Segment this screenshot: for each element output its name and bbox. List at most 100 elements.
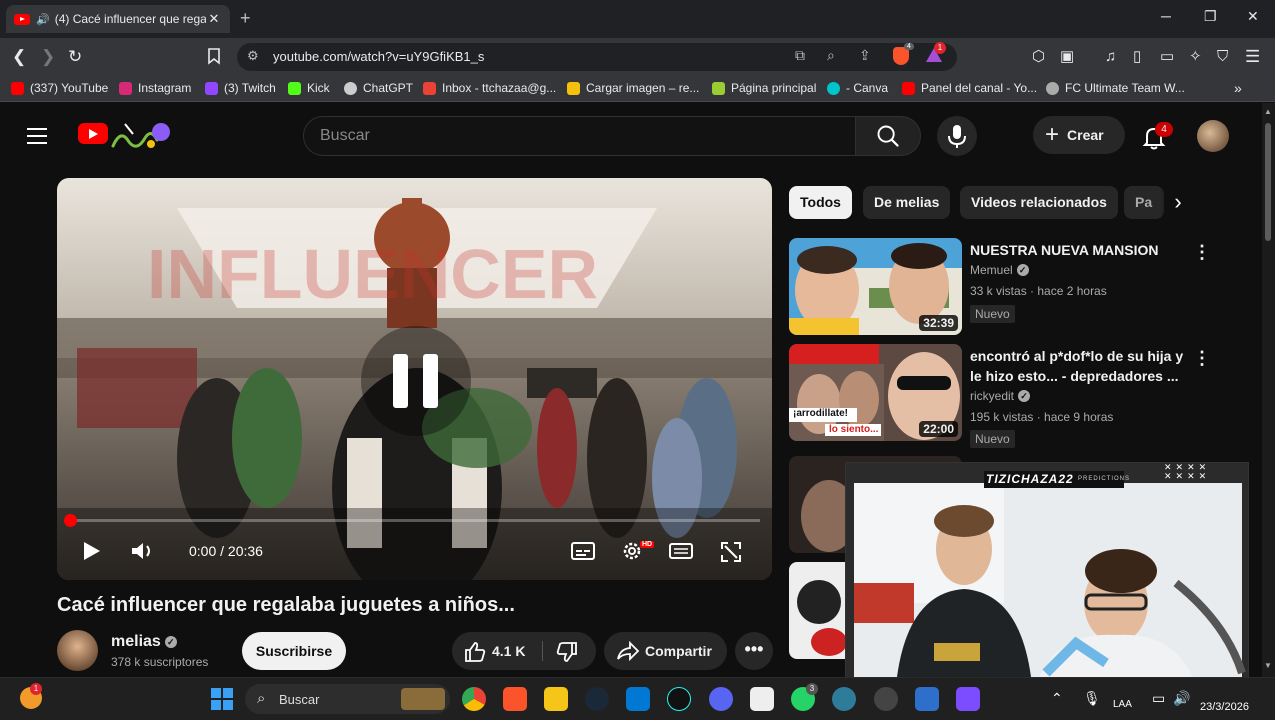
bookmark-channel-panel[interactable]: Panel del canal - Yo...: [902, 81, 1037, 95]
scroll-up-icon[interactable]: ▲: [1264, 107, 1272, 116]
chip-de-melias[interactable]: De melias: [863, 186, 951, 219]
keyboard-language[interactable]: LAA: [1113, 699, 1132, 710]
scrollbar-thumb[interactable]: [1265, 123, 1271, 241]
capcut-icon[interactable]: [750, 687, 774, 711]
windows-start-icon[interactable]: [210, 687, 234, 711]
search-box[interactable]: [303, 116, 856, 156]
share-page-icon[interactable]: ⇪: [859, 47, 871, 64]
bookmark-home-page[interactable]: Página principal: [712, 81, 816, 95]
fullscreen-icon[interactable]: [720, 541, 742, 563]
close-tab-icon[interactable]: ✕: [206, 11, 222, 27]
media-icon[interactable]: ♫: [1105, 46, 1116, 68]
volume-tray-icon[interactable]: 🔊: [1173, 690, 1190, 707]
dislike-thumb-icon[interactable]: [556, 641, 578, 663]
volume-icon[interactable]: [130, 540, 156, 562]
recommended-menu-icon[interactable]: ⋮: [1193, 242, 1211, 263]
search-button[interactable]: [855, 116, 921, 156]
forward-icon[interactable]: ❯: [41, 46, 55, 68]
video-progress-bar[interactable]: [64, 514, 760, 527]
youtube-logo[interactable]: [78, 123, 108, 144]
minimize-icon[interactable]: ─: [1161, 8, 1171, 24]
calendar-app-icon[interactable]: [956, 687, 980, 711]
bookmark-youtube[interactable]: (337) YouTube: [11, 81, 108, 95]
chip-todos[interactable]: Todos: [789, 186, 852, 219]
back-icon[interactable]: ❮: [12, 46, 26, 68]
recommended-item[interactable]: ¡arrodillate! lo siento... 22:00 encontr…: [789, 344, 1211, 448]
restore-icon[interactable]: ❐: [1204, 8, 1217, 25]
recommended-thumbnail[interactable]: ¡arrodillate! lo siento... 22:00: [789, 344, 962, 441]
new-tab-icon[interactable]: +: [240, 8, 251, 29]
bookmark-chatgpt[interactable]: ChatGPT: [344, 81, 413, 95]
steam-icon[interactable]: [585, 687, 609, 711]
extensions-icon[interactable]: ⬡: [1032, 46, 1045, 68]
channel-name[interactable]: melias ✓: [111, 633, 177, 651]
create-button[interactable]: + Crear: [1033, 116, 1125, 154]
recommended-channel[interactable]: Memuel ✓: [970, 263, 1029, 277]
bookmark-canva[interactable]: - Canva: [827, 81, 888, 95]
microsoft-store-icon[interactable]: [626, 687, 650, 711]
progress-scrubber[interactable]: [64, 514, 77, 527]
more-actions-button[interactable]: •••: [735, 632, 773, 670]
file-explorer-icon[interactable]: [544, 687, 568, 711]
bookmark-fc-ultimate-team[interactable]: FC Ultimate Team W...: [1046, 81, 1185, 95]
bookmark-gmail[interactable]: Inbox - ttchazaa@g...: [423, 81, 556, 95]
like-thumb-icon[interactable]: [464, 641, 486, 663]
like-count: 4.1 K: [492, 643, 526, 659]
subtitles-icon[interactable]: [571, 541, 595, 561]
reader-icon[interactable]: ▣: [1060, 46, 1074, 68]
address-bar[interactable]: ⚙ youtube.com/watch?v=uY9GfiKB1_s ⧉ ⌕ ⇪: [237, 43, 957, 71]
taskbar-date[interactable]: 23/3/2026: [1200, 701, 1249, 713]
site-info-icon[interactable]: ⚙: [247, 48, 259, 64]
bookmark-kick[interactable]: Kick: [288, 81, 330, 95]
microphone-tray-icon[interactable]: 🎙: [1083, 690, 1101, 707]
wallet-icon[interactable]: ▭: [1160, 46, 1174, 68]
chips-next-icon[interactable]: ›: [1160, 189, 1196, 217]
chip-videos-relacionados[interactable]: Videos relacionados: [960, 186, 1118, 219]
page-scrollbar[interactable]: ▲ ▼: [1262, 103, 1275, 677]
obs-icon[interactable]: [874, 687, 898, 711]
menu-icon[interactable]: ☰: [1245, 46, 1260, 68]
chip-more[interactable]: Pa: [1124, 186, 1164, 219]
share-button[interactable]: Compartir: [604, 632, 727, 670]
browser-tab-active[interactable]: 🔊 (4) Cacé influencer que regala ✕: [6, 5, 230, 33]
theater-mode-icon[interactable]: [669, 541, 693, 561]
bookmark-icon[interactable]: [207, 48, 221, 65]
recommended-title[interactable]: encontró al p*dof*lo de su hija y le hiz…: [970, 346, 1185, 386]
bookmark-upload-image[interactable]: Cargar imagen – re...: [567, 81, 699, 95]
recommended-item[interactable]: 32:39 NUESTRA NUEVA MANSION Memuel ✓ 33 k…: [789, 238, 1211, 338]
account-avatar[interactable]: [1197, 120, 1229, 152]
vpn-shield-icon[interactable]: ⛉: [1217, 46, 1228, 68]
bookmark-instagram[interactable]: Instagram: [119, 81, 191, 95]
search-input[interactable]: [320, 117, 840, 155]
network-icon[interactable]: ▭: [1152, 690, 1165, 707]
reload-icon[interactable]: ↻: [68, 46, 82, 68]
close-window-icon[interactable]: ✕: [1247, 8, 1259, 25]
brave-icon[interactable]: [503, 687, 527, 711]
open-external-icon[interactable]: ⧉: [795, 47, 805, 64]
scroll-down-icon[interactable]: ▼: [1264, 661, 1272, 670]
recommended-thumbnail[interactable]: 32:39: [789, 238, 962, 335]
bookmark-twitch[interactable]: (3) Twitch: [205, 81, 276, 95]
pause-button[interactable]: [361, 326, 471, 436]
app-icon[interactable]: [832, 687, 856, 711]
play-icon[interactable]: [80, 540, 102, 562]
recommended-menu-icon[interactable]: ⋮: [1193, 348, 1211, 369]
voice-search-button[interactable]: [937, 116, 977, 156]
leo-ai-icon[interactable]: ✧: [1189, 46, 1202, 68]
guide-menu-icon[interactable]: [27, 128, 47, 144]
window-app-icon[interactable]: [915, 687, 939, 711]
speaker-icon[interactable]: 🔊: [36, 13, 50, 26]
more-bookmarks-icon[interactable]: »: [1234, 80, 1242, 96]
youtube-doodle-logo[interactable]: [111, 120, 173, 152]
recommended-title[interactable]: NUESTRA NUEVA MANSION: [970, 240, 1185, 260]
subscribe-button[interactable]: Suscribirse: [242, 632, 346, 670]
recommended-channel[interactable]: rickyedit ✓: [970, 389, 1031, 403]
chrome-icon[interactable]: [462, 687, 486, 711]
tray-overflow-icon[interactable]: ⌃: [1051, 690, 1063, 707]
channel-avatar[interactable]: [57, 630, 98, 671]
zoom-icon[interactable]: ⌕: [827, 47, 835, 64]
discord-icon[interactable]: [709, 687, 733, 711]
sidebar-icon[interactable]: ▯: [1133, 46, 1141, 68]
tiktok-icon[interactable]: [667, 687, 691, 711]
taskbar-search[interactable]: ⌕ Buscar: [245, 684, 450, 714]
